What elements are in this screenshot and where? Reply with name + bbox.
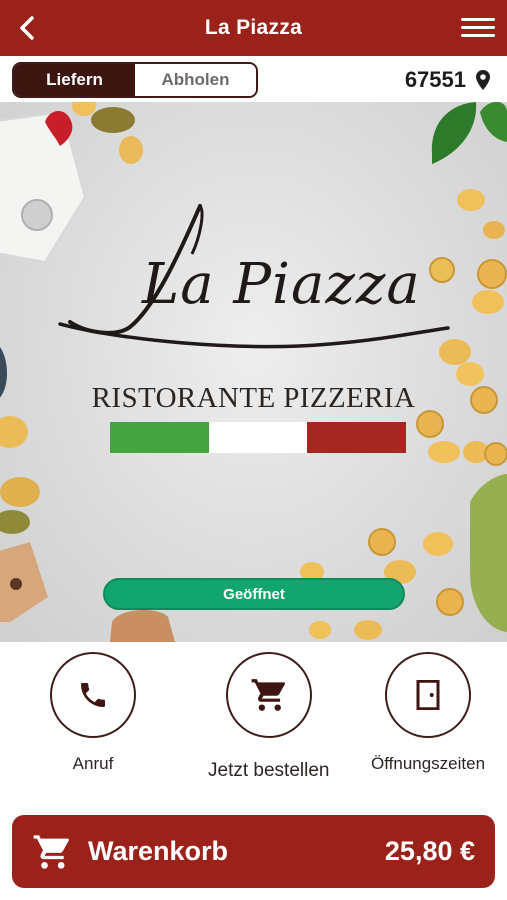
map-pin-icon [476, 70, 490, 90]
open-status-badge: Geöffnet [103, 578, 405, 610]
flag-white [208, 422, 308, 453]
restaurant-subtitle: RISTORANTE PIZZERIA [91, 382, 416, 414]
opening-hours-button[interactable]: Öffnungszeiten [371, 652, 485, 774]
order-label: Jetzt bestellen [208, 760, 330, 781]
call-label: Anruf [72, 754, 114, 773]
order-now-button[interactable]: Jetzt bestellen [208, 652, 329, 782]
postal-code: 67551 [404, 67, 466, 92]
call-circle [50, 652, 136, 738]
cart-label: Warenkorb [88, 836, 229, 866]
hero-background-decor [0, 102, 507, 642]
hero-banner: La Piazza RISTORANTE PIZZERIA Geöffnet [0, 102, 507, 642]
door-icon [416, 680, 440, 710]
chevron-left-icon[interactable] [14, 14, 42, 42]
flag-red [307, 422, 407, 453]
page-title: La Piazza [204, 16, 303, 39]
shopping-cart-icon [33, 834, 69, 869]
quick-actions: Anruf Jetzt bestellen Öffnungszeiten [0, 642, 507, 802]
order-circle [225, 652, 312, 738]
cart-total: 25,80 € [384, 836, 475, 866]
logo-script-text: La Piazza [142, 252, 421, 317]
location-selector[interactable]: 67551 [405, 64, 491, 96]
order-mode-bar: Liefern Abholen 67551 [0, 56, 507, 102]
app-header: La Piazza [0, 0, 507, 56]
toggle-option-abholen[interactable]: Abholen [135, 64, 256, 96]
hamburger-menu-icon[interactable] [461, 14, 495, 42]
shopping-cart-icon [251, 679, 285, 711]
cart-button[interactable]: Warenkorb 25,80 € [12, 815, 495, 888]
phone-icon [81, 683, 105, 707]
italian-flag [110, 422, 407, 453]
opening-hours-label: Öffnungszeiten [371, 754, 486, 773]
call-button[interactable]: Anruf [50, 652, 136, 774]
flag-green [110, 422, 209, 453]
hours-circle [385, 652, 472, 738]
toggle-option-liefern[interactable]: Liefern [14, 64, 135, 96]
delivery-mode-toggle: Liefern Abholen [12, 62, 258, 98]
